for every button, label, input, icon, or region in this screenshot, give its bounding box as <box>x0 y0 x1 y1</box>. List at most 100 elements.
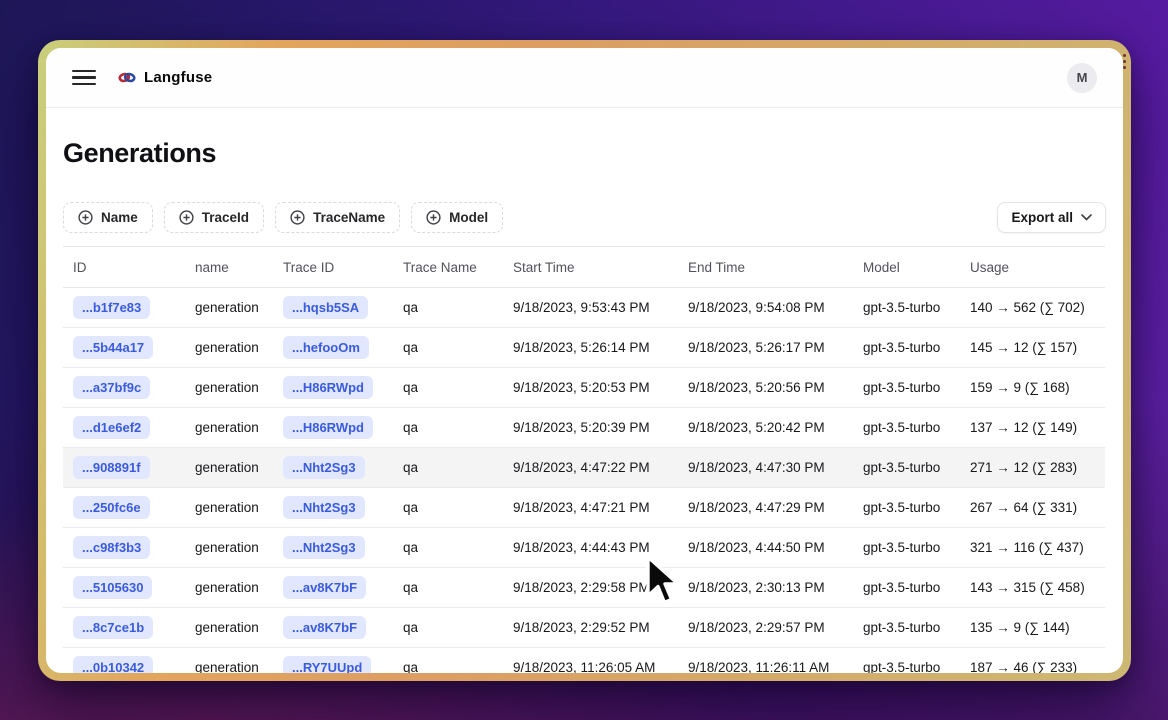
generation-id-link[interactable]: ...b1f7e83 <box>73 296 150 319</box>
trace-id-link[interactable]: ...hqsb5SA <box>283 296 368 319</box>
table-cell: ...Nht2Sg3 <box>273 536 393 559</box>
table-cell-usage: 187 → 46 (∑ 233) <box>960 660 1105 673</box>
col-header-id: ID <box>63 260 185 275</box>
filter-chip-tracename[interactable]: TraceName <box>275 202 400 233</box>
generation-id-link[interactable]: ...d1e6ef2 <box>73 416 150 439</box>
table-cell-end-time: 9/18/2023, 5:20:42 PM <box>678 420 853 435</box>
table-row[interactable]: ...0b10342generation...RY7UUpdqa9/18/202… <box>63 648 1105 673</box>
table-cell-name: generation <box>185 460 273 475</box>
plus-circle-icon <box>78 210 93 225</box>
table-cell-start-time: 9/18/2023, 4:44:43 PM <box>503 540 678 555</box>
plus-circle-icon <box>290 210 305 225</box>
table-cell-name: generation <box>185 300 273 315</box>
table-cell-end-time: 9/18/2023, 4:47:29 PM <box>678 500 853 515</box>
trace-id-link[interactable]: ...Nht2Sg3 <box>283 536 365 559</box>
table-cell-name: generation <box>185 620 273 635</box>
table-cell: ...c98f3b3 <box>63 536 185 559</box>
table-cell-name: generation <box>185 420 273 435</box>
page-title: Generations <box>63 137 1106 169</box>
table-cell-trace-name: qa <box>393 660 503 673</box>
table-cell: ...RY7UUpd <box>273 656 393 673</box>
table-row[interactable]: ...8c7ce1bgeneration...av8K7bFqa9/18/202… <box>63 608 1105 648</box>
generation-id-link[interactable]: ...8c7ce1b <box>73 616 153 639</box>
table-row[interactable]: ...250fc6egeneration...Nht2Sg3qa9/18/202… <box>63 488 1105 528</box>
filter-chip-model[interactable]: Model <box>411 202 503 233</box>
menu-hamburger-icon[interactable] <box>72 70 96 86</box>
filter-chip-name[interactable]: Name <box>63 202 153 233</box>
trace-id-link[interactable]: ...RY7UUpd <box>283 656 371 673</box>
table-cell-trace-name: qa <box>393 580 503 595</box>
table-cell-usage: 135 → 9 (∑ 144) <box>960 620 1105 635</box>
table-body: ...b1f7e83generation...hqsb5SAqa9/18/202… <box>63 288 1105 673</box>
table-cell: ...250fc6e <box>63 496 185 519</box>
table-cell-end-time: 9/18/2023, 4:47:30 PM <box>678 460 853 475</box>
table-row[interactable]: ...908891fgeneration...Nht2Sg3qa9/18/202… <box>63 448 1105 488</box>
table-cell: ...H86RWpd <box>273 376 393 399</box>
table-cell-name: generation <box>185 500 273 515</box>
col-header-model: Model <box>853 260 960 275</box>
table-cell-trace-name: qa <box>393 300 503 315</box>
table-cell-start-time: 9/18/2023, 2:29:52 PM <box>503 620 678 635</box>
trace-id-link[interactable]: ...hefooOm <box>283 336 369 359</box>
table-cell: ...0b10342 <box>63 656 185 673</box>
generation-id-link[interactable]: ...a37bf9c <box>73 376 150 399</box>
filter-chip-traceid[interactable]: TraceId <box>164 202 264 233</box>
table-cell-usage: 137 → 12 (∑ 149) <box>960 420 1105 435</box>
generation-id-link[interactable]: ...250fc6e <box>73 496 150 519</box>
top-nav-bar: Langfuse M <box>46 48 1123 108</box>
table-cell-usage: 143 → 315 (∑ 458) <box>960 580 1105 595</box>
table-row[interactable]: ...5b44a17generation...hefooOmqa9/18/202… <box>63 328 1105 368</box>
table-cell-name: generation <box>185 380 273 395</box>
generation-id-link[interactable]: ...5b44a17 <box>73 336 153 359</box>
table-cell-trace-name: qa <box>393 500 503 515</box>
table-cell: ...a37bf9c <box>63 376 185 399</box>
table-cell-model: gpt-3.5-turbo <box>853 620 960 635</box>
filter-chip-label: TraceId <box>202 210 249 225</box>
table-row[interactable]: ...b1f7e83 generation ...hqsb5SA qa9/18/202… <box>63 288 1105 328</box>
table-cell: ...hefooOm <box>273 336 393 359</box>
table-row[interactable]: ...c98f3b3generation...Nht2Sg3qa9/18/202… <box>63 528 1105 568</box>
generation-id-link[interactable]: ...0b10342 <box>73 656 153 673</box>
trace-id-link[interactable]: ...av8K7bF <box>283 616 366 639</box>
table-cell: ...av8K7bF <box>273 576 393 599</box>
table-cell-name: generation <box>185 540 273 555</box>
table-row[interactable]: ...5105630generation...av8K7bFqa9/18/202… <box>63 568 1105 608</box>
table-cell-usage: 271 → 12 (∑ 283) <box>960 460 1105 475</box>
generation-id-link[interactable]: ...908891f <box>73 456 150 479</box>
brand-logo-link[interactable]: Langfuse <box>118 69 212 86</box>
table-cell-usage: 159 → 9 (∑ 168) <box>960 380 1105 395</box>
table-cell-name: generation <box>185 660 273 673</box>
table-cell-model: gpt-3.5-turbo <box>853 580 960 595</box>
generation-id-link[interactable]: ...c98f3b3 <box>73 536 150 559</box>
table-cell-usage: 267 → 64 (∑ 331) <box>960 500 1105 515</box>
table-cell-end-time: 9/18/2023, 4:44:50 PM <box>678 540 853 555</box>
trace-id-link[interactable]: ...av8K7bF <box>283 576 366 599</box>
table-cell-start-time: 9/18/2023, 4:47:21 PM <box>503 500 678 515</box>
plus-circle-icon <box>426 210 441 225</box>
trace-id-link[interactable]: ...Nht2Sg3 <box>283 456 365 479</box>
trace-id-link[interactable]: ...H86RWpd <box>283 376 373 399</box>
table-cell-end-time: 9/18/2023, 2:29:57 PM <box>678 620 853 635</box>
export-all-button[interactable]: Export all <box>997 202 1106 233</box>
generation-id-link[interactable]: ...5105630 <box>73 576 152 599</box>
table-cell-start-time: 9/18/2023, 4:47:22 PM <box>503 460 678 475</box>
window-grip-dots <box>1123 54 1126 69</box>
table-cell: ...av8K7bF <box>273 616 393 639</box>
table-row[interactable]: ...d1e6ef2generation...H86RWpdqa9/18/202… <box>63 408 1105 448</box>
table-cell-start-time: 9/18/2023, 9:53:43 PM <box>503 300 678 315</box>
col-header-trace-name: Trace Name <box>393 260 503 275</box>
table-cell-usage: 140 → 562 (∑ 702) <box>960 300 1105 315</box>
langfuse-knot-logo-icon <box>118 70 136 85</box>
user-avatar[interactable]: M <box>1067 63 1097 93</box>
table-cell: ...H86RWpd <box>273 416 393 439</box>
brand-name: Langfuse <box>144 69 212 86</box>
table-cell: ...d1e6ef2 <box>63 416 185 439</box>
table-row[interactable]: ...a37bf9cgeneration...H86RWpdqa9/18/202… <box>63 368 1105 408</box>
table-cell-model: gpt-3.5-turbo <box>853 460 960 475</box>
table-cell: ...5b44a17 <box>63 336 185 359</box>
table-cell-end-time: 9/18/2023, 5:20:56 PM <box>678 380 853 395</box>
trace-id-link[interactable]: ...Nht2Sg3 <box>283 496 365 519</box>
table-cell-start-time: 9/18/2023, 5:20:53 PM <box>503 380 678 395</box>
table-cell-start-time: 9/18/2023, 2:29:58 PM <box>503 580 678 595</box>
trace-id-link[interactable]: ...H86RWpd <box>283 416 373 439</box>
